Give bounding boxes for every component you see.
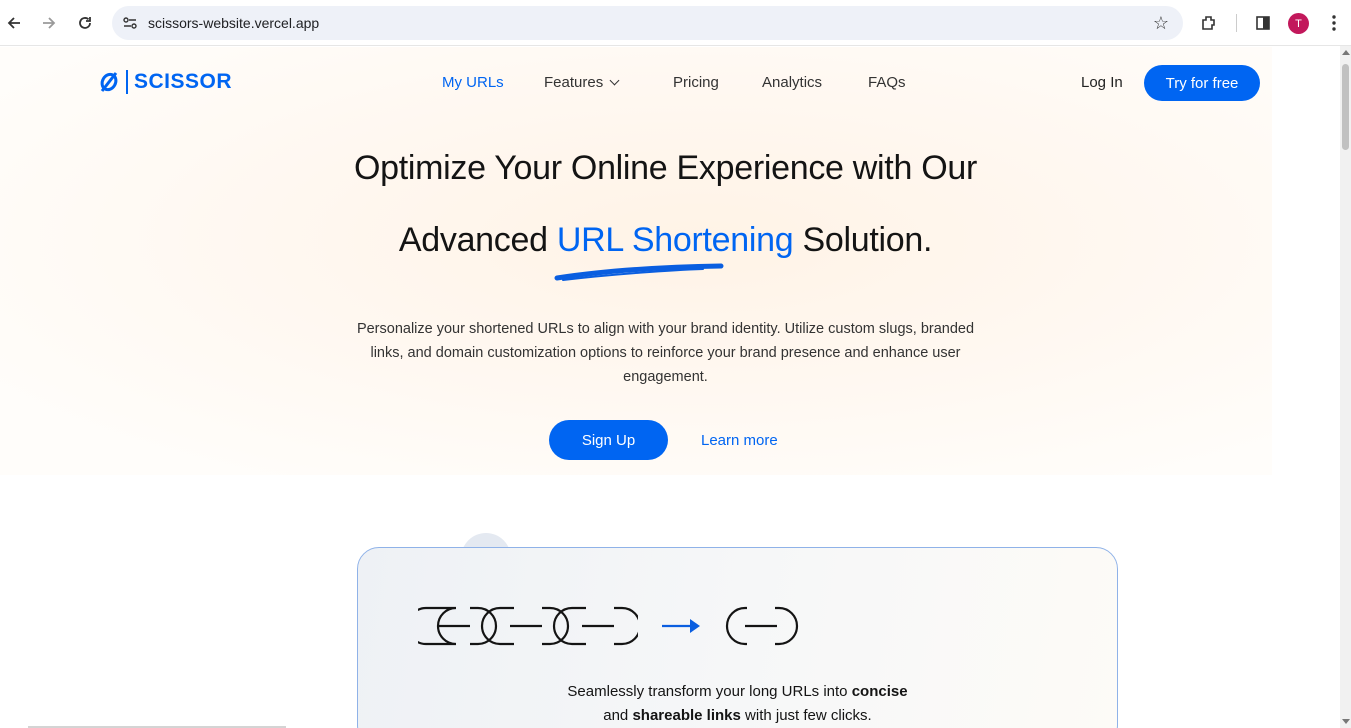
learn-more-link[interactable]: Learn more xyxy=(701,432,778,449)
login-link[interactable]: Log In xyxy=(1081,74,1123,91)
page-viewport: SCISSOR My URLs Features Pricing Analyti… xyxy=(0,47,1340,728)
chevron-down-icon xyxy=(609,75,620,86)
try-for-free-button[interactable]: Try for free xyxy=(1144,65,1260,101)
hero-title-after: Solution. xyxy=(793,221,933,259)
card-text-bold2: shareable links xyxy=(632,707,741,724)
back-arrow-icon[interactable] xyxy=(2,11,26,35)
hero-title-highlight: URL Shortening xyxy=(556,221,794,259)
extensions-icon[interactable] xyxy=(1198,12,1220,34)
highlight-underline-stroke xyxy=(554,263,724,281)
forward-arrow-icon[interactable] xyxy=(37,11,61,35)
logo-divider xyxy=(126,70,128,94)
scrollbar-thumb[interactable] xyxy=(1342,64,1349,150)
scroll-down-icon[interactable] xyxy=(1342,719,1350,724)
toolbar-divider xyxy=(1236,14,1237,32)
chain-link-icon xyxy=(418,606,638,646)
card-text-part3: with just few clicks. xyxy=(740,707,872,724)
bookmark-star-icon[interactable]: ☆ xyxy=(1153,13,1169,34)
nav-item-analytics[interactable]: Analytics xyxy=(762,74,822,91)
feature-card: Seamlessly transform your long URLs into… xyxy=(357,547,1118,728)
nav-item-features[interactable]: Features xyxy=(544,74,620,91)
scroll-up-icon[interactable] xyxy=(1342,50,1350,55)
hero-title-line1: Optimize Your Online Experience with Our xyxy=(354,149,977,187)
brand-logo[interactable]: SCISSOR xyxy=(98,69,232,95)
hero-title-line2: Advanced URL Shortening Solution. xyxy=(0,221,1331,260)
hero-subtitle: Personalize your shortened URLs to align… xyxy=(356,321,975,385)
profile-avatar[interactable]: T xyxy=(1288,13,1309,34)
nav-item-features-label: Features xyxy=(544,74,604,91)
right-arrow-icon xyxy=(662,619,700,633)
reload-icon[interactable] xyxy=(73,11,97,35)
page-scrollbar[interactable] xyxy=(1340,46,1351,728)
feature-card-text: Seamlessly transform your long URLs into… xyxy=(358,680,1117,728)
address-bar[interactable]: scissors-website.vercel.app ☆ xyxy=(112,6,1183,40)
site-settings-icon[interactable] xyxy=(122,15,138,31)
browser-toolbar: scissors-website.vercel.app ☆ T xyxy=(0,0,1351,46)
sign-up-button[interactable]: Sign Up xyxy=(549,420,668,460)
link-logo-icon xyxy=(100,72,118,92)
card-text-part2: and xyxy=(603,707,633,724)
card-text-bold1: concise xyxy=(851,683,908,700)
brand-name: SCISSOR xyxy=(134,70,233,93)
nav-item-pricing[interactable]: Pricing xyxy=(673,74,719,91)
nav-item-faqs[interactable]: FAQs xyxy=(868,74,906,91)
hero-title-before: Advanced xyxy=(398,221,557,259)
card-text-part1: Seamlessly transform your long URLs into xyxy=(567,683,852,700)
url-text[interactable]: scissors-website.vercel.app xyxy=(148,15,319,31)
nav-item-my-urls[interactable]: My URLs xyxy=(442,74,504,91)
side-panel-icon[interactable] xyxy=(1252,12,1274,34)
short-link-icon xyxy=(725,606,799,646)
menu-dots-icon[interactable] xyxy=(1323,12,1345,34)
